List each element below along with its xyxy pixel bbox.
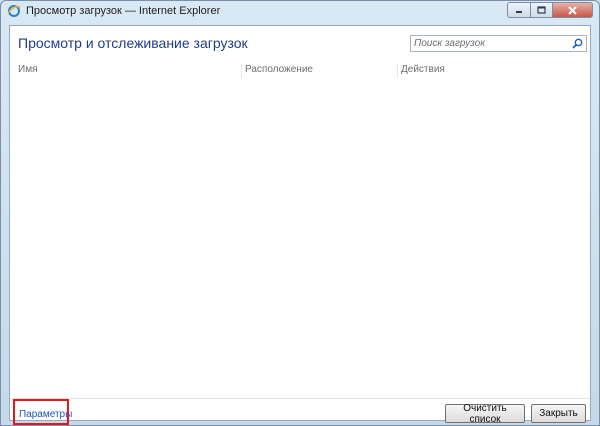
downloads-list	[10, 79, 590, 397]
window-title: Просмотр загрузок — Internet Explorer	[26, 5, 221, 17]
maximize-button[interactable]	[531, 2, 553, 18]
ie-icon	[7, 5, 21, 17]
search-input[interactable]	[414, 37, 564, 50]
maximize-icon	[537, 6, 546, 14]
column-separator[interactable]	[397, 64, 398, 78]
downloads-panel: Просмотр и отслеживание загрузок Имя Рас…	[9, 25, 591, 425]
search-icon[interactable]	[572, 38, 583, 49]
column-name[interactable]: Имя	[18, 64, 37, 78]
column-location[interactable]: Расположение	[245, 64, 313, 78]
minimize-icon	[516, 11, 522, 13]
close-window-button[interactable]	[553, 2, 593, 18]
column-actions[interactable]: Действия	[401, 64, 445, 78]
caption-buttons	[507, 2, 593, 18]
close-icon	[568, 5, 577, 15]
highlight-box	[13, 399, 69, 425]
minimize-button[interactable]	[507, 2, 531, 18]
column-header-row: Имя Расположение Действия	[10, 64, 590, 78]
downloads-window: Просмотр загрузок — Internet Explorer Пр…	[0, 0, 600, 426]
page-title: Просмотр и отслеживание загрузок	[18, 35, 248, 51]
title-bar[interactable]: Просмотр загрузок — Internet Explorer	[1, 1, 599, 23]
close-button[interactable]: Закрыть	[531, 404, 586, 423]
clear-list-button[interactable]: Очистить список	[445, 403, 525, 425]
search-box[interactable]	[410, 35, 587, 52]
column-separator[interactable]	[241, 64, 242, 78]
